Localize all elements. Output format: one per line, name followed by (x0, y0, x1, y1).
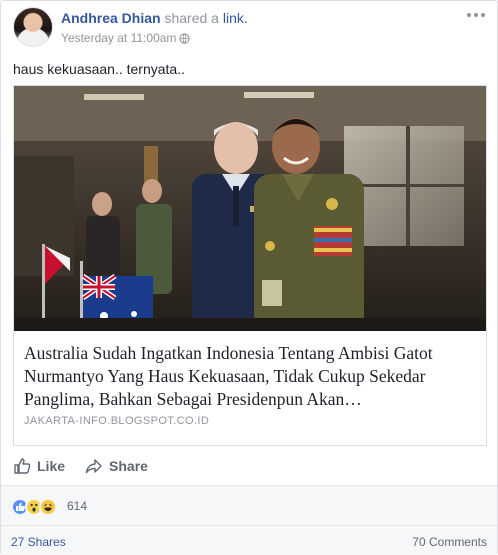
share-button[interactable]: Share (85, 451, 156, 481)
haha-reaction-icon (39, 498, 57, 516)
shared-link-text[interactable]: link. (223, 10, 248, 26)
link-preview-card[interactable]: Australia Sudah Ingatkan Indonesia Tenta… (13, 85, 487, 446)
reaction-icons (11, 498, 57, 516)
comments-count[interactable]: 70 Comments (412, 535, 487, 549)
reactions-summary[interactable]: 614 (1, 485, 497, 525)
feed-post: Andhrea Dhian shared a link. Yesterday a… (0, 0, 498, 555)
more-options-icon[interactable] (461, 7, 485, 23)
post-header: Andhrea Dhian shared a link. Yesterday a… (13, 7, 485, 47)
link-preview-body[interactable]: Australia Sudah Ingatkan Indonesia Tenta… (14, 331, 486, 445)
link-preview-image[interactable] (14, 86, 486, 331)
like-label: Like (37, 458, 66, 474)
thumbs-up-icon (14, 458, 31, 474)
link-domain: JAKARTA-INFO.BLOGSPOT.CO.ID (24, 415, 210, 427)
post-timestamp-row: Yesterday at 11:00am (61, 31, 191, 45)
share-arrow-icon (85, 459, 102, 474)
shares-count[interactable]: 27 Shares (11, 535, 66, 549)
engagement-counts: 27 Shares 70 Comments (1, 525, 497, 555)
post-actions: Like Share (13, 451, 487, 481)
shared-text: shared a (164, 10, 219, 26)
reactions-count[interactable]: 614 (67, 499, 87, 513)
photo-illustration (14, 86, 486, 331)
link-title[interactable]: Australia Sudah Ingatkan Indonesia Tenta… (24, 342, 476, 411)
like-button[interactable]: Like (13, 451, 73, 481)
post-message: haus kekuasaan.. ternyata.. (13, 61, 185, 77)
share-label: Share (109, 458, 148, 474)
post-author-line: Andhrea Dhian shared a link. (61, 10, 248, 26)
post-timestamp[interactable]: Yesterday at 11:00am (61, 31, 176, 45)
author-name[interactable]: Andhrea Dhian (61, 10, 161, 26)
globe-icon (179, 32, 191, 44)
author-avatar[interactable] (13, 7, 53, 47)
